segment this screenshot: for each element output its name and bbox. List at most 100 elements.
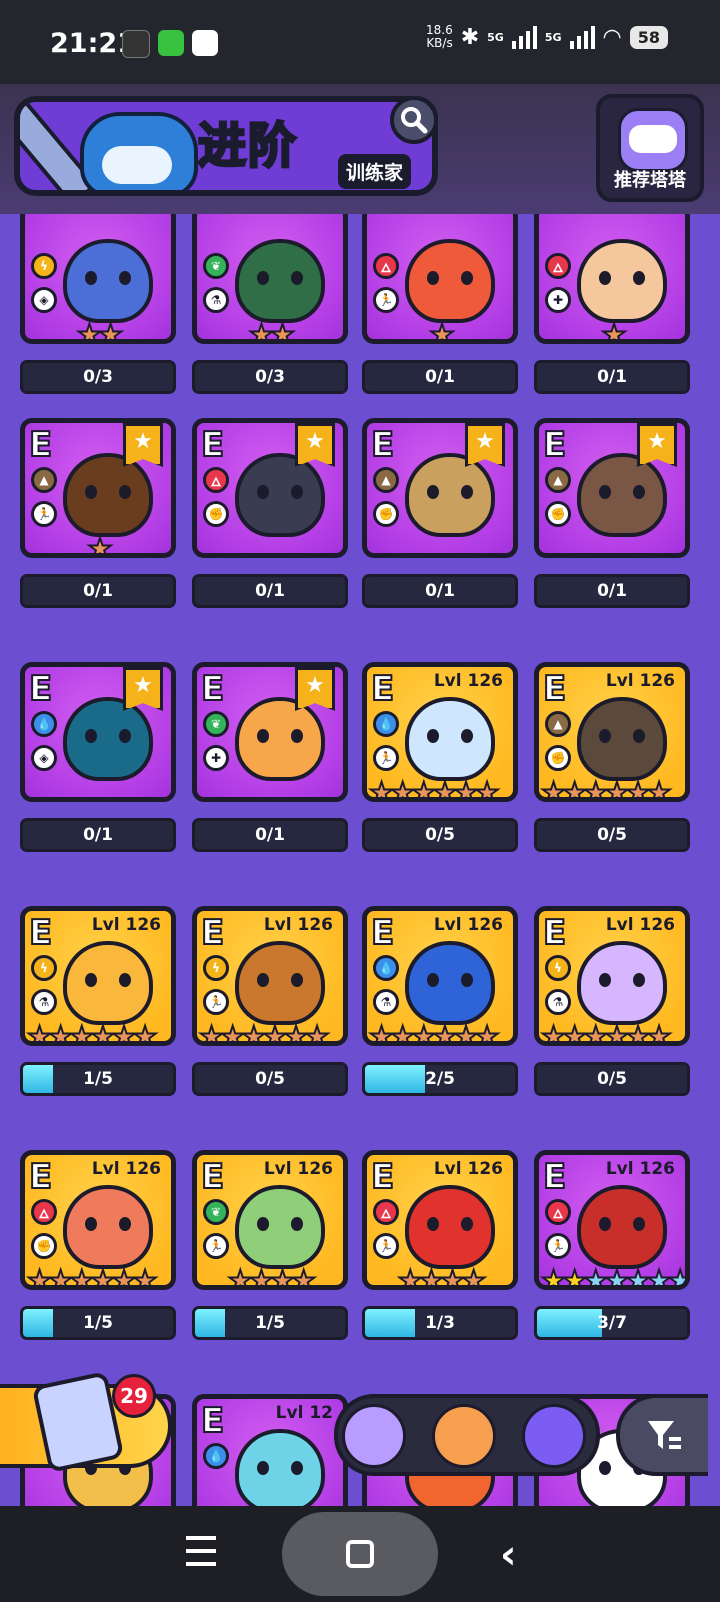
- shard-progress-bar: 0/5: [192, 1062, 348, 1096]
- system-nav-bar: ‹: [0, 1506, 720, 1602]
- favorite-star-flag[interactable]: ★: [123, 423, 163, 467]
- network-type-2: 5G: [544, 30, 562, 44]
- rank-label: E: [200, 1400, 225, 1442]
- run-role-icon: 🏃: [373, 287, 399, 313]
- menu-icon[interactable]: [186, 1536, 216, 1566]
- monster-card[interactable]: E ❦ 🏃 Lvl 126 ★★★★: [192, 1150, 348, 1290]
- monster-portrait: [405, 697, 495, 781]
- fire-element-icon: 🜂: [31, 1199, 57, 1225]
- rank-label: E: [200, 668, 225, 710]
- card-frame: E ▲ ✊ ★: [362, 418, 518, 558]
- favorite-star-flag[interactable]: ★: [295, 667, 335, 711]
- monster-card[interactable]: E ▲ 🏃 ★ ★: [20, 418, 176, 558]
- star-rating: ★★★★★★: [539, 1019, 685, 1046]
- star-icon: ★: [540, 775, 567, 802]
- filter-button[interactable]: [616, 1394, 708, 1476]
- progress-text: 0/1: [83, 581, 113, 601]
- monster-card[interactable]: E ❦ ✚ ★: [192, 662, 348, 802]
- monster-card[interactable]: E ▲ ✊ ★: [362, 418, 518, 558]
- monster-card[interactable]: E 🜂 🏃 Lvl 126 ★★★★★★★: [534, 1150, 690, 1290]
- rank-label: E: [200, 424, 225, 466]
- star-icon: ★: [561, 1263, 588, 1290]
- star-icon: ★: [290, 1263, 317, 1290]
- search-button[interactable]: [390, 96, 438, 144]
- monster-portrait: [577, 697, 667, 781]
- monster-card[interactable]: ❦ ⚗ ★★: [192, 214, 348, 344]
- rank-label: E: [370, 1156, 395, 1198]
- progress-text: 0/5: [255, 1069, 285, 1089]
- favorite-star-flag[interactable]: ★: [123, 667, 163, 711]
- bread-tab[interactable]: [432, 1404, 496, 1468]
- recommend-button[interactable]: 推荐塔塔: [596, 94, 704, 202]
- shard-progress-bar: 1/3: [362, 1306, 518, 1340]
- monster-card[interactable]: E 🜂 ✊ Lvl 126 ★★★★★★: [20, 1150, 176, 1290]
- rank-label: E: [200, 912, 225, 954]
- progress-text: 1/5: [83, 1313, 113, 1333]
- monster-portrait: [235, 1185, 325, 1269]
- mystery-cube-icon: [31, 1371, 125, 1473]
- search-icon: [401, 107, 428, 134]
- mystery-box-button[interactable]: 29: [0, 1371, 172, 1473]
- star-icon: ★: [110, 1019, 137, 1046]
- monster-card[interactable]: 🜂 ✚ ★: [534, 214, 690, 344]
- title-banner: 进阶 训练家: [14, 96, 438, 196]
- home-button[interactable]: [282, 1512, 438, 1596]
- rank-label: E: [28, 1156, 53, 1198]
- card-frame: E ❦ ✚ ★: [192, 662, 348, 802]
- app-notification-icon: [122, 30, 150, 58]
- favorite-star-flag[interactable]: ★: [295, 423, 335, 467]
- potion-role-icon: ⚗: [545, 989, 571, 1015]
- monster-card[interactable]: E 💧 ⚗ Lvl 126 ★★★★★★: [362, 906, 518, 1046]
- earth-element-icon: ▲: [373, 467, 399, 493]
- card-frame: E 💧 ⚗ Lvl 126 ★★★★★★: [362, 906, 518, 1046]
- star-icon: ★: [460, 1263, 487, 1290]
- status-bar: 21:21 18.6 KB/s ✱ 5G 5G ◠ 58: [0, 0, 720, 84]
- progress-text: 0/5: [597, 825, 627, 845]
- star-icon: ★: [248, 1263, 275, 1290]
- card-frame: 🜂 ✚ ★: [534, 214, 690, 344]
- monster-card[interactable]: Eϟ ⚗ Lvl 126 ★★★★★★: [534, 906, 690, 1046]
- star-icon: ★: [582, 775, 609, 802]
- card-frame: E 💧 ◈ ★: [20, 662, 176, 802]
- star-icon: ★: [68, 1019, 95, 1046]
- shard-progress-bar: 0/1: [362, 360, 518, 394]
- level-label: Lvl 126: [605, 671, 675, 691]
- monster-portrait: [577, 941, 667, 1025]
- star-icon: ★: [240, 1019, 267, 1046]
- signal-icon: [511, 25, 537, 49]
- star-icon: ★: [431, 775, 458, 802]
- back-icon[interactable]: ‹: [500, 1532, 516, 1578]
- rank-label: E: [542, 1156, 567, 1198]
- favorite-star-flag[interactable]: ★: [465, 423, 505, 467]
- rank-label: E: [370, 912, 395, 954]
- monster-card[interactable]: E ▲ ✊ Lvl 126 ★★★★★★: [534, 662, 690, 802]
- star-icon: ★: [540, 1019, 567, 1046]
- star-icon: ★: [624, 775, 651, 802]
- monster-card[interactable]: E 💧 Lvl 12: [192, 1394, 348, 1506]
- progress-text: 0/1: [597, 367, 627, 387]
- monster-portrait: [577, 453, 667, 537]
- monster-card[interactable]: Eϟ ⚗ Lvl 126 ★★★★★★: [20, 906, 176, 1046]
- grass-element-icon: ❦: [203, 711, 229, 737]
- cat-tab[interactable]: [342, 1404, 406, 1468]
- monster-card[interactable]: 🜂 🏃 ★: [362, 214, 518, 344]
- monster-card[interactable]: E ▲ ✊ ★: [534, 418, 690, 558]
- heal-role-icon: ✚: [203, 745, 229, 771]
- monster-card[interactable]: ϟ ◈ ★★: [20, 214, 176, 344]
- monster-portrait: [63, 453, 153, 537]
- spirit-tab[interactable]: [522, 1404, 586, 1468]
- rank-label: E: [542, 912, 567, 954]
- star-icon: ★: [561, 1019, 588, 1046]
- star-icon: ★: [269, 317, 296, 344]
- monster-card[interactable]: E 🜂 ✊ ★: [192, 418, 348, 558]
- shield-role-icon: ◈: [31, 287, 57, 313]
- monster-portrait: [63, 697, 153, 781]
- monster-grid: ϟ ◈ ★★ 0/3 ❦ ⚗ ★★ 0/3 🜂 🏃 ★ 0/1 🜂 ✚ ★ 0/1 E ▲ 🏃 ★ ★ 0/1 E 🜂 ✊ ★ 0/…: [0, 214, 720, 1506]
- run-role-icon: 🏃: [373, 745, 399, 771]
- progress-text: 2/5: [425, 1069, 455, 1089]
- monster-card[interactable]: E 🜂 🏃 Lvl 126 ★★★★: [362, 1150, 518, 1290]
- favorite-star-flag[interactable]: ★: [637, 423, 677, 467]
- monster-card[interactable]: E 💧 ◈ ★: [20, 662, 176, 802]
- monster-card[interactable]: Eϟ 🏃 Lvl 126 ★★★★★★: [192, 906, 348, 1046]
- monster-card[interactable]: E 💧 🏃 Lvl 126 ★★★★★★: [362, 662, 518, 802]
